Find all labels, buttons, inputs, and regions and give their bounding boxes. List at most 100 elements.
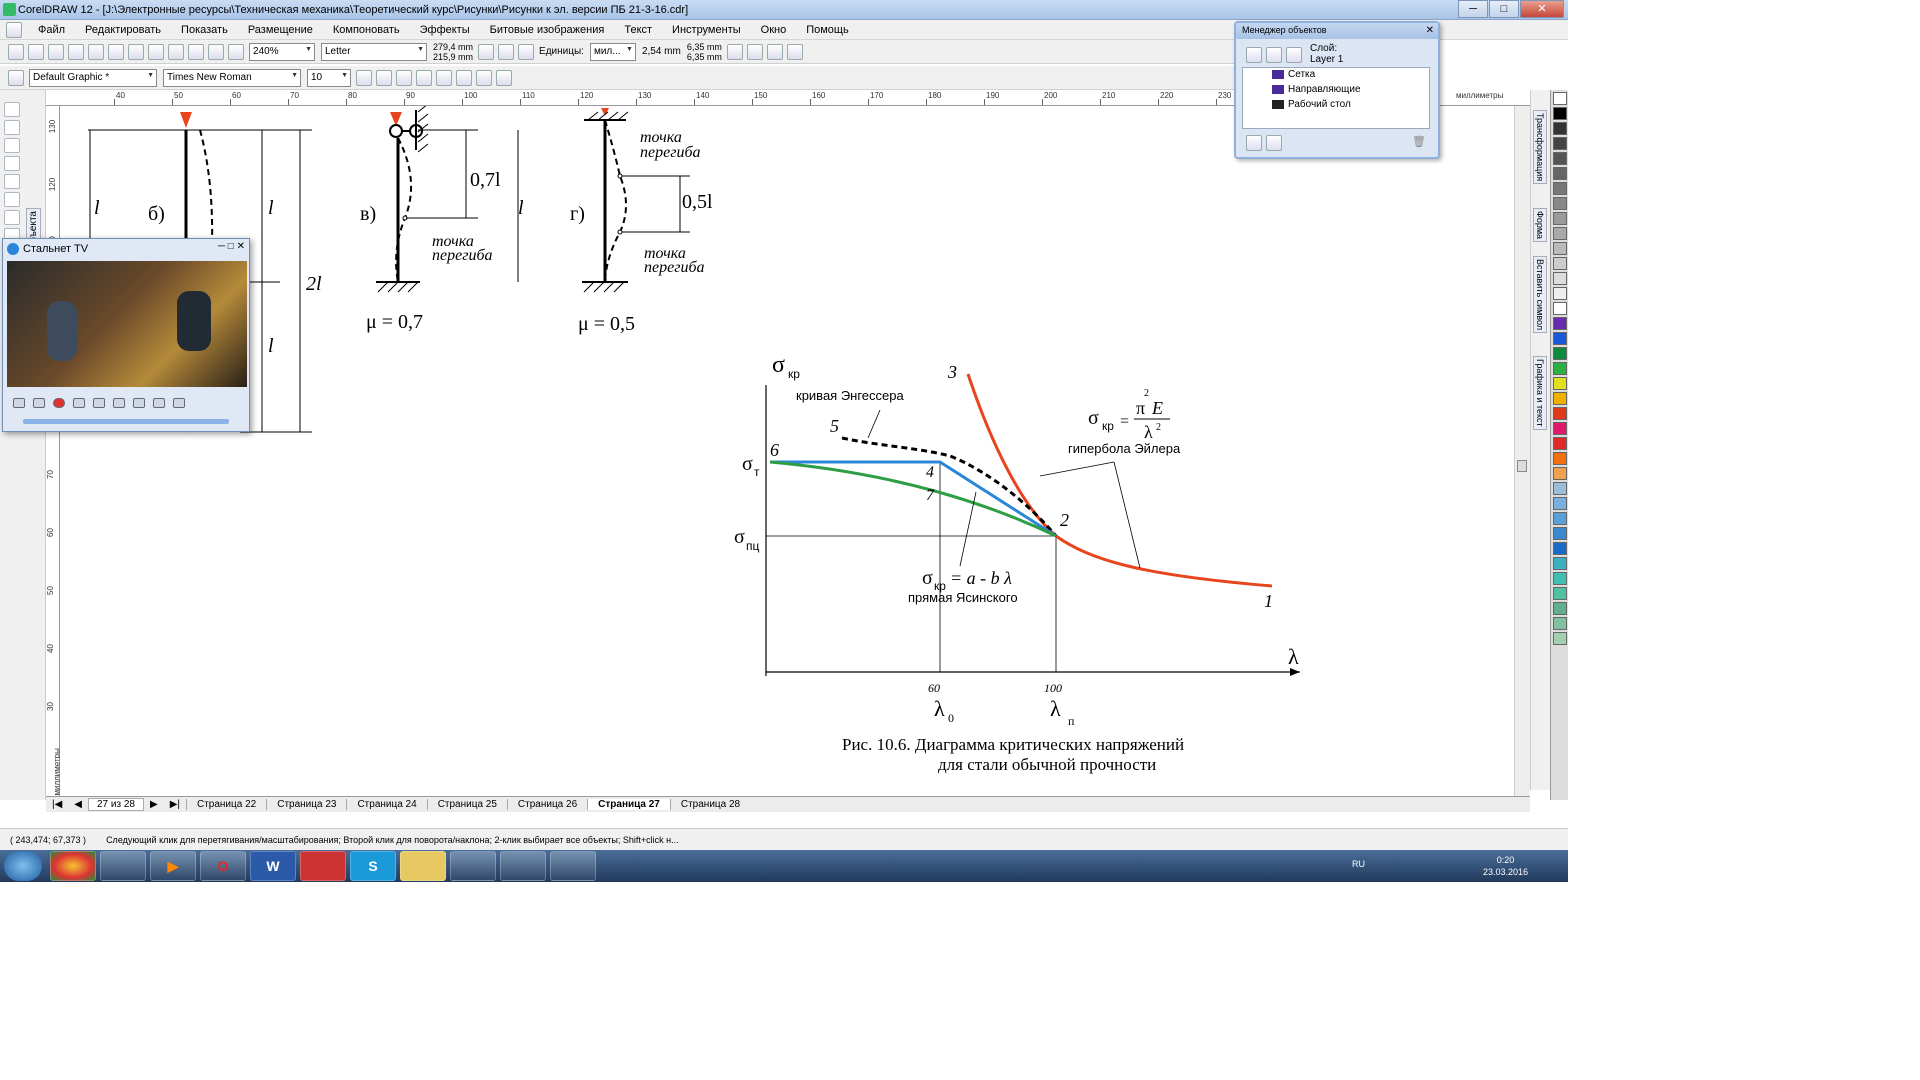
zoom-tool-icon[interactable] — [4, 138, 20, 153]
landscape-icon[interactable] — [498, 43, 515, 60]
page-tab-4[interactable]: Страница 26 — [506, 799, 587, 810]
units-select[interactable]: мил... — [589, 42, 636, 61]
opera-icon[interactable]: O — [200, 851, 246, 881]
new-icon[interactable] — [8, 43, 24, 60]
bullet-icon[interactable] — [476, 69, 492, 86]
tv-video-frame[interactable] — [7, 261, 247, 387]
color-swatch[interactable] — [1553, 362, 1567, 375]
color-swatch[interactable] — [1553, 497, 1567, 510]
vertical-ruler[interactable]: миллиметры 13012011010090807060504030 — [46, 106, 62, 796]
shape-tool-icon[interactable] — [4, 120, 20, 135]
record-icon[interactable] — [53, 398, 65, 408]
color-swatch[interactable] — [1553, 197, 1567, 210]
page-height[interactable]: 215,9 mm — [433, 52, 473, 62]
keyboard-language[interactable]: RU — [1352, 859, 1365, 869]
delete-layer-icon[interactable] — [1266, 135, 1282, 151]
cut-icon[interactable] — [88, 43, 104, 60]
color-swatch[interactable] — [1553, 107, 1567, 120]
color-swatch[interactable] — [1553, 482, 1567, 495]
iptv-icon[interactable] — [500, 851, 546, 881]
color-swatch[interactable] — [1553, 122, 1567, 135]
menu-item-9[interactable]: Окно — [751, 24, 797, 36]
color-swatch[interactable] — [1553, 392, 1567, 405]
new-master-layer-icon[interactable] — [1246, 135, 1262, 151]
close-icon[interactable]: ✕ — [1426, 25, 1434, 36]
color-swatch[interactable] — [1553, 167, 1567, 180]
color-swatch[interactable] — [1553, 437, 1567, 450]
copy-icon[interactable] — [108, 43, 124, 60]
color-swatch[interactable] — [1553, 422, 1567, 435]
menu-item-0[interactable]: Файл — [28, 24, 75, 36]
layer-item-guides[interactable]: Направляющие — [1272, 84, 1361, 95]
close-button[interactable]: ✕ — [1520, 0, 1564, 18]
export-icon[interactable] — [208, 43, 224, 60]
treat-as-filled-icon[interactable] — [786, 43, 803, 60]
print-icon[interactable] — [68, 43, 84, 60]
tv-window-controls[interactable]: ─ □ ✕ — [218, 241, 245, 252]
calculator-icon[interactable] — [100, 851, 146, 881]
vertical-scrollbar[interactable] — [1514, 106, 1530, 796]
color-swatch[interactable] — [1553, 332, 1567, 345]
indent-icon[interactable] — [436, 69, 452, 86]
align-icon[interactable] — [416, 69, 432, 86]
color-swatch[interactable] — [1553, 242, 1567, 255]
docker-tab-2[interactable]: Вставить символ — [1533, 256, 1547, 334]
snap-guides-icon[interactable] — [746, 43, 763, 60]
page-width[interactable]: 279,4 mm — [433, 42, 473, 52]
color-swatch[interactable] — [1553, 572, 1567, 585]
color-swatch[interactable] — [1553, 152, 1567, 165]
underline-icon[interactable] — [396, 69, 412, 86]
page-tab-3[interactable]: Страница 25 — [426, 799, 507, 810]
color-swatch[interactable] — [1553, 317, 1567, 330]
smart-fill-icon[interactable] — [4, 174, 20, 189]
layer-list[interactable] — [1242, 67, 1430, 129]
color-swatch[interactable] — [1553, 467, 1567, 480]
portrait-icon[interactable] — [478, 43, 495, 60]
color-swatch[interactable] — [1553, 407, 1567, 420]
paper-size-select[interactable]: Letter — [321, 42, 427, 61]
first-page-icon[interactable]: |◀ — [46, 799, 68, 810]
media-player-icon[interactable]: ▶ — [150, 851, 196, 881]
clock-icon[interactable] — [153, 398, 165, 408]
coreldraw-taskbar-icon[interactable] — [450, 851, 496, 881]
color-swatch[interactable] — [1553, 632, 1567, 645]
dup-y[interactable]: 6,35 mm — [687, 52, 722, 62]
color-swatch[interactable] — [1553, 452, 1567, 465]
menu-item-10[interactable]: Помощь — [796, 24, 859, 36]
fullscreen-icon[interactable] — [173, 398, 185, 408]
page-layout-icon[interactable] — [518, 43, 535, 60]
color-palette[interactable] — [1550, 90, 1568, 800]
tv-seek-bar[interactable] — [23, 419, 229, 424]
launcher-icon[interactable] — [228, 43, 244, 60]
word-icon[interactable]: W — [250, 851, 296, 881]
redo-icon[interactable] — [168, 43, 184, 60]
menu-item-3[interactable]: Размещение — [238, 24, 323, 36]
pdf-icon[interactable] — [300, 851, 346, 881]
text-tool-icon[interactable] — [8, 69, 24, 86]
color-swatch[interactable] — [1553, 557, 1567, 570]
paste-icon[interactable] — [128, 43, 144, 60]
font-select[interactable]: Times New Roman — [163, 68, 301, 87]
color-swatch[interactable] — [1553, 587, 1567, 600]
settings-icon[interactable] — [133, 398, 145, 408]
start-button[interactable] — [4, 851, 42, 881]
scroll-thumb[interactable] — [1517, 460, 1527, 472]
trash-icon[interactable]: 🗑 — [1412, 135, 1426, 148]
ellipse-tool-icon[interactable] — [4, 210, 20, 225]
menu-item-7[interactable]: Текст — [614, 24, 662, 36]
outdent-icon[interactable] — [456, 69, 472, 86]
menu-item-6[interactable]: Битовые изображения — [480, 24, 615, 36]
pause-icon[interactable] — [13, 398, 25, 408]
page-tab-1[interactable]: Страница 23 — [266, 799, 346, 810]
page-tab-2[interactable]: Страница 24 — [346, 799, 426, 810]
maximize-button[interactable]: □ — [1489, 0, 1519, 18]
folder-icon[interactable] — [73, 398, 85, 408]
color-swatch[interactable] — [1553, 257, 1567, 270]
color-swatch[interactable] — [1553, 602, 1567, 615]
camera-icon[interactable] — [113, 398, 125, 408]
menu-item-1[interactable]: Редактировать — [75, 24, 171, 36]
page-tab-5[interactable]: Страница 27 — [587, 799, 670, 810]
page-tab-6[interactable]: Страница 28 — [669, 799, 750, 810]
color-swatch[interactable] — [1553, 212, 1567, 225]
clock[interactable]: 0:20 23.03.2016 — [1483, 854, 1528, 878]
